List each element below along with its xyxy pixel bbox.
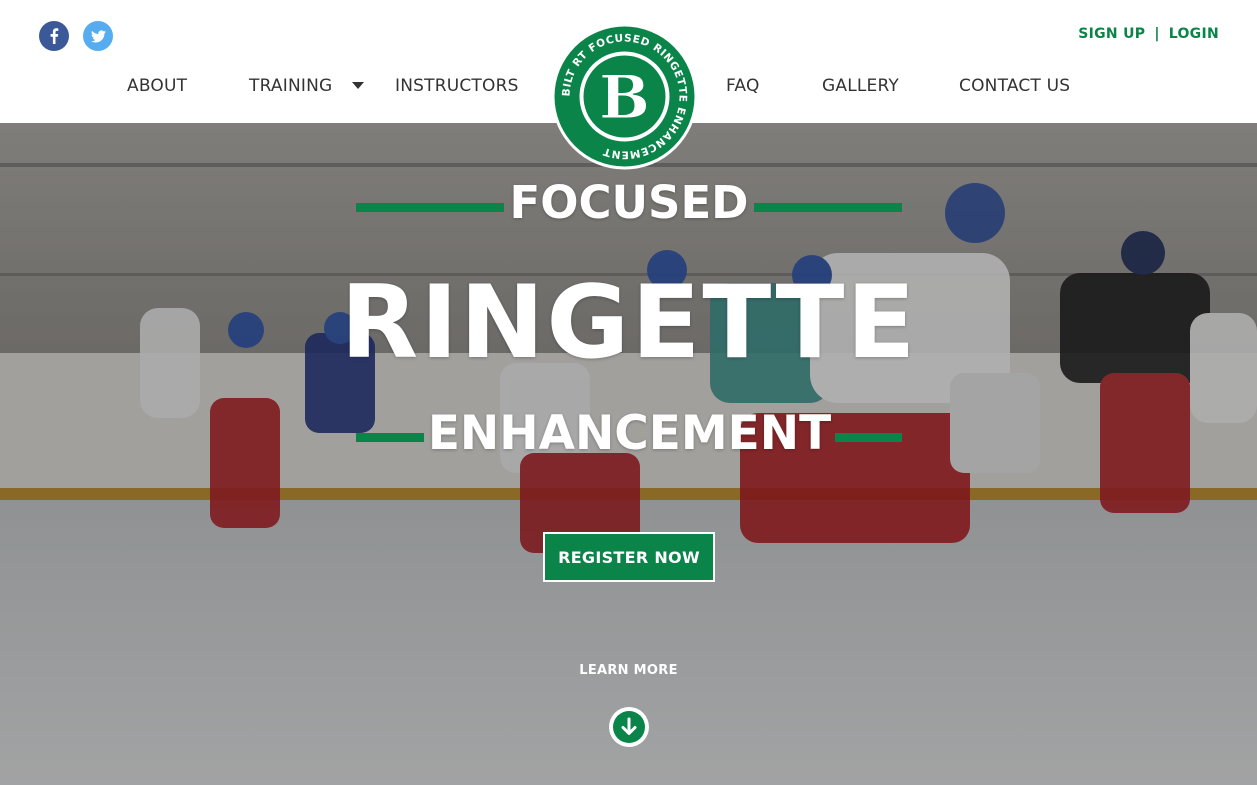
facebook-glyph <box>50 28 59 44</box>
logo-letter: B <box>599 63 650 133</box>
twitter-glyph <box>90 29 106 42</box>
hero-line-ringette: RINGETTE <box>340 263 918 381</box>
login-link[interactable]: LOGIN <box>1169 26 1219 42</box>
focused-right-rule <box>754 203 902 212</box>
auth-links: SIGN UP | LOGIN <box>1078 26 1219 42</box>
nav-contact-us[interactable]: CONTACT US <box>959 76 1070 96</box>
nav-faq[interactable]: FAQ <box>726 76 760 96</box>
learn-more-link[interactable]: LEARN MORE <box>0 663 1257 678</box>
social-links <box>39 21 113 51</box>
nav-training[interactable]: TRAINING <box>249 76 332 96</box>
focused-left-rule <box>356 203 504 212</box>
twitter-icon[interactable] <box>83 21 113 51</box>
arrow-down-glyph <box>613 711 645 743</box>
enhancement-right-rule <box>835 433 902 442</box>
enhancement-left-rule <box>356 433 424 442</box>
nav-about[interactable]: ABOUT <box>127 76 187 96</box>
sign-up-link[interactable]: SIGN UP <box>1078 26 1145 42</box>
hero-section: FOCUSED RINGETTE ENHANCEMENT REGISTER NO… <box>0 123 1257 785</box>
facebook-icon[interactable] <box>39 21 69 51</box>
hero-line-enhancement: ENHANCEMENT <box>427 406 832 461</box>
training-dropdown-caret-icon[interactable] <box>352 82 364 89</box>
nav-instructors[interactable]: INSTRUCTORS <box>395 76 519 96</box>
nav-gallery[interactable]: GALLERY <box>822 76 899 96</box>
auth-separator: | <box>1154 26 1160 42</box>
register-now-button[interactable]: REGISTER NOW <box>543 532 715 582</box>
hero-line-focused: FOCUSED <box>509 176 749 229</box>
site-logo[interactable]: BILT RT FOCUSED RINGETTE ENHANCEMENT B <box>551 23 698 170</box>
logo-emblem: BILT RT FOCUSED RINGETTE ENHANCEMENT B <box>551 23 698 170</box>
arrow-down-circle-icon[interactable] <box>609 707 649 747</box>
